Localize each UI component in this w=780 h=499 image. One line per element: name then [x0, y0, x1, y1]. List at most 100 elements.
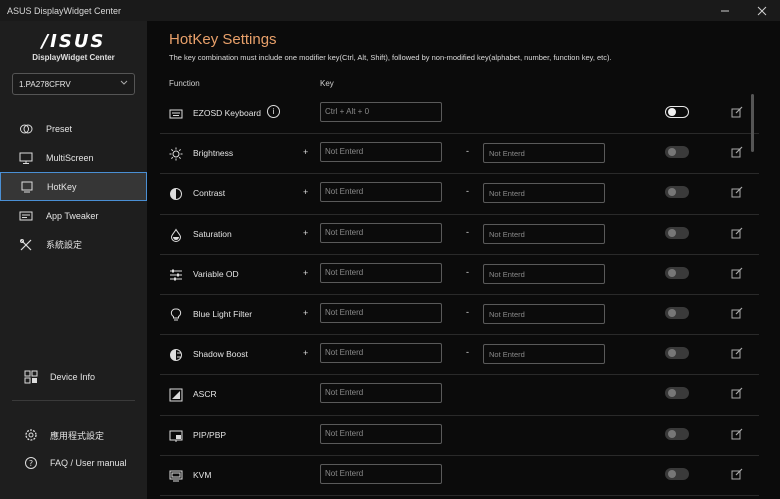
hotkey-row-blue-light-filter: Blue Light Filter + Not Enterd - Not Ent… [160, 295, 759, 336]
hotkey-row-shadow-boost: Shadow Boost + Not Enterd - Not Enterd [160, 335, 759, 376]
pip-icon [169, 429, 183, 443]
sidebar-item-label: MultiScreen [46, 152, 94, 163]
minus-sign: - [466, 186, 469, 197]
sidebar: /ISUS DisplayWidget Center 1.PA278CFRV P… [0, 21, 147, 499]
function-label: PIP/PBP [193, 429, 227, 440]
hotkey-row-saturation: Saturation + Not Enterd - Not Enterd [160, 215, 759, 255]
edit-icon[interactable] [731, 267, 743, 279]
edit-icon[interactable] [731, 347, 743, 359]
edit-icon[interactable] [731, 146, 743, 158]
question-icon: ? [24, 456, 38, 470]
key-input-secondary[interactable]: Not Enterd [483, 263, 605, 284]
title-bar: ASUS DisplayWidget Center [0, 0, 780, 21]
bulb-icon [169, 308, 183, 322]
function-label: Variable OD [193, 268, 239, 279]
edit-icon[interactable] [731, 307, 743, 319]
key-input-secondary[interactable]: Not Enterd [483, 344, 605, 365]
window-title: ASUS DisplayWidget Center [7, 5, 122, 16]
sidebar-item-app-tweaker[interactable]: App Tweaker [0, 201, 147, 230]
scrollbar[interactable] [751, 94, 754, 152]
plus-sign: + [303, 307, 309, 318]
toggle-switch[interactable] [665, 106, 689, 118]
hotkey-row-brightness: Brightness + Not Enterd - Not Enterd [160, 134, 759, 175]
sidebar-item-system-settings[interactable]: 系統設定 [0, 230, 147, 259]
key-input[interactable]: Ctrl + Alt + 0 [320, 102, 442, 122]
sidebar-item-device-info[interactable]: Device Info [0, 366, 147, 388]
function-label: Shadow Boost [193, 349, 248, 360]
key-input[interactable]: Not Enterd [320, 463, 442, 484]
app-tweaker-icon [19, 209, 33, 223]
minus-sign: - [466, 306, 469, 317]
key-input[interactable]: Not Enterd [320, 262, 442, 283]
circles-icon [19, 122, 33, 136]
sidebar-item-app-settings[interactable]: 應用程式設定 [0, 424, 147, 446]
edit-icon[interactable] [731, 387, 743, 399]
function-label: Brightness [193, 148, 234, 159]
key-input-secondary[interactable]: Not Enterd [483, 303, 605, 324]
minus-sign: - [466, 226, 469, 237]
sidebar-item-preset[interactable]: Preset [0, 114, 147, 143]
toggle-switch[interactable] [665, 266, 689, 279]
hotkey-row-pip-pbp: PIP/PBP Not Enterd [160, 416, 759, 456]
key-input-secondary[interactable]: Not Enterd [483, 223, 605, 244]
toggle-switch[interactable] [665, 467, 689, 480]
plus-sign: + [303, 147, 309, 158]
key-input[interactable]: Not Enterd [320, 302, 442, 323]
hotkey-row-kvm: KVM Not Enterd [160, 456, 759, 496]
contrast-icon [169, 187, 183, 201]
hotkey-list: EZOSD Keyboard i Ctrl + Alt + 0 Brightne… [160, 94, 759, 496]
toggle-switch[interactable] [665, 186, 689, 199]
hotkey-row-contrast: Contrast + Not Enterd - Not Enterd [160, 174, 759, 215]
edit-icon[interactable] [731, 186, 743, 198]
key-input-secondary[interactable]: Not Enterd [483, 183, 605, 204]
monitor-select[interactable]: 1.PA278CFRV [12, 73, 135, 95]
function-label: ASCR [193, 389, 217, 400]
function-label: EZOSD Keyboard [193, 108, 262, 118]
minimize-button[interactable] [706, 0, 743, 21]
sidebar-item-label: 系統設定 [46, 240, 83, 250]
hotkey-row-ezosd-keyboard: EZOSD Keyboard i Ctrl + Alt + 0 [160, 94, 759, 135]
key-input[interactable]: Not Enterd [320, 383, 442, 404]
sun-icon [169, 147, 183, 161]
toggle-switch[interactable] [665, 146, 689, 159]
key-input[interactable]: Not Enterd [320, 142, 442, 163]
info-icon[interactable]: i [267, 105, 280, 118]
ascr-icon [169, 388, 183, 402]
function-label: Blue Light Filter [193, 308, 253, 319]
edit-icon[interactable] [731, 227, 743, 239]
key-input[interactable]: Not Enterd [320, 423, 442, 444]
asus-logo: /ISUS [41, 31, 106, 52]
brand-logo: /ISUS DisplayWidget Center [0, 31, 147, 63]
key-input-secondary[interactable]: Not Enterd [483, 143, 605, 164]
edit-icon[interactable] [731, 468, 743, 480]
toggle-switch[interactable] [665, 347, 689, 360]
toggle-switch[interactable] [665, 387, 689, 400]
keyboard-icon [169, 107, 183, 121]
hotkey-icon [20, 180, 34, 194]
sidebar-nav: Preset MultiScreen HotKey App Tweaker 系統… [0, 114, 147, 259]
sidebar-item-label: FAQ / User manual [50, 458, 127, 468]
plus-sign: + [303, 187, 309, 198]
sidebar-item-hotkey[interactable]: HotKey [0, 172, 147, 201]
page-title: HotKey Settings [169, 31, 277, 48]
function-label: KVM [193, 469, 212, 480]
edit-icon[interactable] [731, 106, 743, 118]
toggle-switch[interactable] [665, 226, 689, 239]
key-input[interactable]: Not Enterd [320, 343, 442, 364]
toggle-switch[interactable] [665, 306, 689, 319]
hotkey-row-variable-od: Variable OD + Not Enterd - Not Enterd [160, 255, 759, 295]
key-input[interactable]: Not Enterd [320, 182, 442, 203]
kvm-icon [169, 469, 183, 483]
monitor-select-value: 1.PA278CFRV [19, 79, 71, 89]
edit-icon[interactable] [731, 428, 743, 440]
close-button[interactable] [743, 0, 780, 21]
minimize-icon [720, 10, 729, 11]
function-label: Contrast [193, 188, 226, 199]
toggle-switch[interactable] [665, 427, 689, 440]
monitor-icon [19, 151, 33, 165]
key-input[interactable]: Not Enterd [320, 222, 442, 243]
sidebar-item-label: HotKey [47, 181, 77, 192]
product-name: DisplayWidget Center [32, 53, 115, 62]
sidebar-item-multiscreen[interactable]: MultiScreen [0, 143, 147, 172]
sidebar-item-faq[interactable]: ? FAQ / User manual [0, 452, 147, 474]
